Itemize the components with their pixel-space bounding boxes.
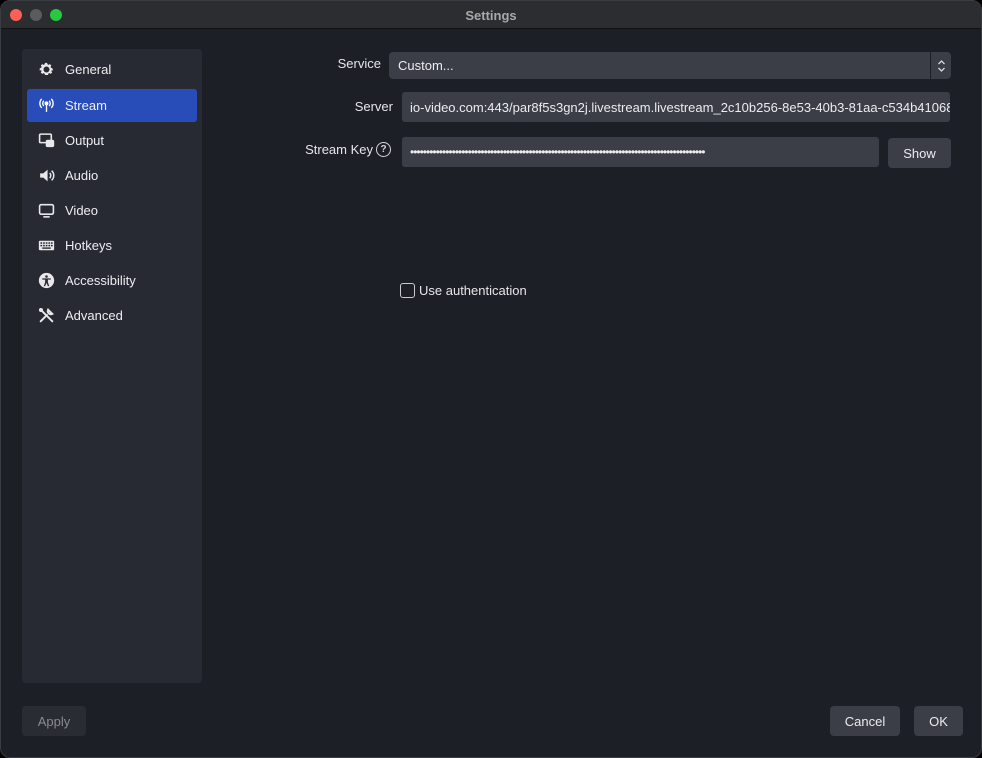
sidebar-item-general[interactable]: General (27, 53, 197, 86)
sidebar-item-audio[interactable]: Audio (27, 159, 197, 192)
show-key-button[interactable]: Show (888, 138, 951, 168)
tools-icon (37, 307, 55, 325)
help-icon[interactable]: ? (376, 142, 391, 157)
antenna-icon (37, 97, 55, 115)
sidebar-item-label: Video (65, 203, 99, 218)
use-authentication-label: Use authentication (419, 283, 527, 298)
stream-key-label: Stream Key (305, 142, 373, 157)
service-value: Custom... (398, 58, 454, 73)
sidebar-item-label: Audio (65, 168, 99, 183)
apply-button[interactable]: Apply (22, 706, 86, 736)
sidebar-item-advanced[interactable]: Advanced (27, 299, 197, 332)
settings-sidebar: General Stream Output Audio Video Hotkey… (22, 49, 202, 683)
use-authentication-checkbox[interactable] (400, 283, 415, 298)
sidebar-item-label: Hotkeys (65, 238, 112, 253)
sidebar-item-stream[interactable]: Stream (27, 89, 197, 122)
sidebar-item-accessibility[interactable]: Accessibility (27, 264, 197, 297)
accessibility-icon (37, 272, 55, 290)
monitor-icon (37, 202, 55, 220)
keyboard-icon (37, 237, 55, 255)
ok-button[interactable]: OK (914, 706, 963, 736)
sidebar-item-label: Accessibility (65, 273, 136, 288)
sidebar-item-label: General (65, 62, 112, 77)
server-input[interactable]: io-video.com:443/par8f5s3gn2j.livestream… (402, 92, 950, 122)
output-icon (37, 132, 55, 150)
sidebar-item-output[interactable]: Output (27, 124, 197, 157)
service-select[interactable]: Custom... (389, 52, 951, 79)
chevron-updown-icon (930, 52, 951, 79)
server-label: Server (354, 99, 393, 114)
sidebar-item-label: Output (65, 133, 105, 148)
title-bar: Settings (1, 1, 981, 29)
sidebar-item-label: Advanced (65, 308, 123, 323)
window-title: Settings (465, 8, 517, 23)
settings-window: Settings General Stream Output Audio Vid… (0, 0, 982, 758)
sidebar-item-hotkeys[interactable]: Hotkeys (27, 229, 197, 262)
sidebar-item-video[interactable]: Video (27, 194, 197, 227)
cancel-button[interactable]: Cancel (830, 706, 900, 736)
sidebar-item-label: Stream (65, 98, 107, 113)
stream-key-input[interactable]: ••••••••••••••••••••••••••••••••••••••••… (402, 137, 879, 167)
speaker-icon (37, 167, 55, 185)
service-label: Service (337, 56, 381, 71)
gear-icon (37, 61, 55, 79)
